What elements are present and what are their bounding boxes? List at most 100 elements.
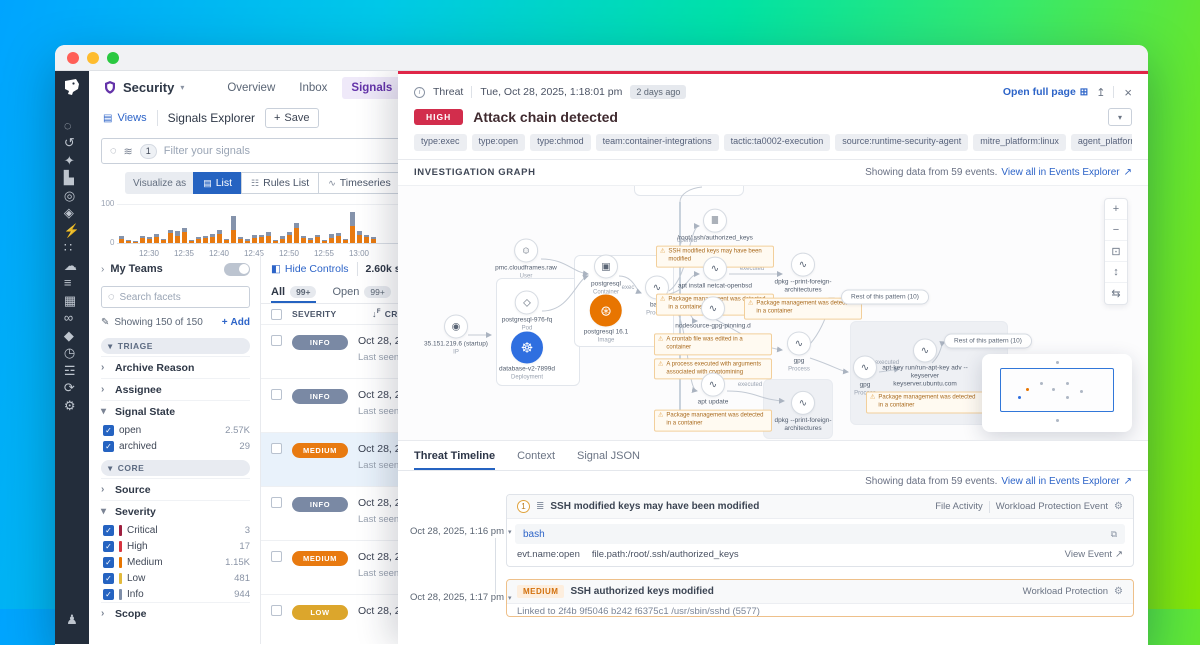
rest-of-pattern-pill[interactable]: Rest of this pattern (10) [841, 290, 929, 305]
histogram-bar[interactable] [168, 230, 173, 243]
facet-search[interactable]: ◌ [101, 286, 250, 308]
add-facet-button[interactable]: + Add [222, 317, 250, 328]
histogram-bar[interactable] [238, 237, 243, 243]
open-full-page-button[interactable]: Open full page ⊞ [1003, 86, 1088, 98]
histogram-bar[interactable] [371, 237, 376, 243]
gear-icon[interactable]: ⚙ [1114, 501, 1123, 512]
histogram-bar[interactable] [217, 230, 222, 243]
dashboards-icon[interactable]: ▦ [64, 294, 80, 307]
histogram-bar[interactable] [308, 238, 313, 243]
actions-dropdown-button[interactable]: ▾ [1108, 108, 1132, 126]
timeline-timestamp[interactable]: Oct 28, 2025, 1:16 pm ▾ [410, 526, 512, 537]
checkbox-checked-icon[interactable]: ✓ [103, 425, 114, 436]
infrastructure-icon[interactable]: ∷ [64, 241, 80, 254]
row-checkbox[interactable] [271, 389, 282, 400]
process-link[interactable]: bash [523, 529, 545, 540]
facet-scope[interactable]: ›Scope [101, 602, 250, 624]
view-event-link[interactable]: View Event ↗ [1065, 549, 1123, 560]
histogram-bar[interactable] [322, 240, 327, 243]
monitors-icon[interactable]: ◷ [64, 346, 80, 359]
zoom-in-icon[interactable]: + [1105, 199, 1127, 220]
view-all-events-link[interactable]: View all in Events Explorer [1001, 167, 1119, 178]
histogram-bar[interactable] [287, 232, 292, 243]
views-button[interactable]: ▤ Views [103, 112, 147, 124]
checkbox-checked-icon[interactable]: ✓ [103, 557, 114, 568]
histogram-bar[interactable] [280, 236, 285, 243]
row-checkbox[interactable] [271, 443, 282, 454]
facet-source[interactable]: ›Source [101, 478, 250, 500]
close-icon[interactable]: × [1124, 85, 1132, 100]
tag-pill[interactable]: type:exec [414, 134, 467, 151]
checkbox-checked-icon[interactable]: ✓ [103, 441, 114, 452]
watchdog-icon[interactable]: ◎ [64, 189, 80, 202]
tab-context[interactable]: Context [517, 441, 555, 470]
tag-pill[interactable]: type:chmod [530, 134, 591, 151]
checkbox-checked-icon[interactable]: ✓ [103, 589, 114, 600]
security-icon[interactable]: ◆ [64, 329, 80, 342]
histogram-bar[interactable] [315, 235, 320, 243]
tag-pill[interactable]: agent_platform:linux [1071, 134, 1132, 151]
zoom-out-icon[interactable]: − [1105, 220, 1127, 241]
facet-value-critical[interactable]: ✓Critical3 [101, 522, 250, 538]
my-teams-toggle-row[interactable]: › My Teams [101, 258, 250, 280]
graph-node-apt-update[interactable]: ∿ apt update Package management was dete… [654, 373, 772, 432]
facet-assignee[interactable]: ›Assignee [101, 378, 250, 400]
histogram-bar[interactable] [252, 235, 257, 243]
histogram-bar[interactable] [259, 235, 264, 243]
filter-count-badge[interactable]: 1 [140, 144, 157, 159]
checkbox-checked-icon[interactable]: ✓ [103, 573, 114, 584]
facet-value-archived[interactable]: ✓archived29 [101, 438, 250, 454]
tag-pill[interactable]: tactic:ta0002-execution [724, 134, 831, 151]
minimap-viewport[interactable] [1000, 368, 1114, 412]
histogram-bar[interactable] [126, 240, 131, 243]
product-switcher[interactable]: Security ▾ [103, 80, 184, 95]
graph-node-pod[interactable]: ◇ postgresql-976-fq Pod [502, 290, 553, 331]
facet-value-high[interactable]: ✓High17 [101, 538, 250, 554]
histogram-bar[interactable] [182, 228, 187, 243]
facet-group-triage[interactable]: ▾TRIAGE [101, 338, 250, 354]
investigation-graph-canvas[interactable]: exec opened executed executed executed ◉… [398, 185, 1148, 441]
copy-icon[interactable]: ⧉ [1111, 529, 1117, 540]
tag-pill[interactable]: mitre_platform:linux [973, 134, 1066, 151]
tag-pill[interactable]: team:container-integrations [596, 134, 719, 151]
event-card[interactable]: 1 ≣ SSH modified keys may have been modi… [506, 494, 1134, 567]
histogram-bar[interactable] [140, 236, 145, 243]
datadog-logo[interactable] [62, 77, 82, 102]
histogram-bar[interactable] [357, 231, 362, 243]
visualize-rules-list-button[interactable]: ☷Rules List [241, 172, 319, 194]
histogram-bar[interactable] [266, 232, 271, 243]
tab-signal-json[interactable]: Signal JSON [577, 441, 640, 470]
apm-icon[interactable]: ◈ [64, 206, 80, 219]
histogram-bar[interactable] [133, 241, 138, 243]
my-teams-toggle[interactable] [224, 263, 250, 276]
graph-node-deployment[interactable]: ☸ database-v2-7899d Deployment [499, 331, 555, 380]
histogram-bar[interactable] [154, 234, 159, 243]
cloud-icon[interactable]: ☁ [64, 259, 80, 272]
histogram-bar[interactable] [245, 239, 250, 243]
organization-icon[interactable]: ♟ [66, 613, 78, 626]
view-all-events-link[interactable]: View all in Events Explorer [1001, 476, 1119, 487]
histogram-bar[interactable] [336, 233, 341, 243]
fit-view-icon[interactable]: ⊡ [1105, 241, 1127, 262]
timeline-timestamp[interactable]: Oct 28, 2025, 1:17 pm ▾ [410, 592, 512, 603]
select-all-checkbox[interactable] [271, 309, 282, 320]
facet-value-open[interactable]: ✓open2.57K [101, 422, 250, 438]
histogram-bar[interactable] [273, 240, 278, 243]
histogram-bar[interactable] [210, 234, 215, 243]
tab-open[interactable]: Open99+ [332, 280, 390, 303]
facet-archive-reason[interactable]: ›Archive Reason [101, 356, 250, 378]
histogram-bar[interactable] [196, 237, 201, 243]
histogram-bar[interactable] [294, 223, 299, 243]
histogram-bar[interactable] [203, 236, 208, 243]
siem-icon[interactable]: ☲ [64, 364, 80, 377]
collapse-all-icon[interactable]: ⇆ [1105, 283, 1127, 304]
graph-node-image[interactable]: ⊛ postgresql 16.1 Image [584, 294, 628, 343]
histogram-bar[interactable] [350, 212, 355, 243]
visualize-timeseries-button[interactable]: ∿Timeseries [318, 172, 401, 194]
expand-all-icon[interactable]: ↕ [1105, 262, 1127, 283]
minimap[interactable] [982, 354, 1132, 432]
row-checkbox[interactable] [271, 551, 282, 562]
history-icon[interactable]: ↺ [64, 136, 80, 149]
service-management-icon[interactable]: ⚙ [64, 399, 80, 412]
metrics-icon[interactable]: ▙ [64, 171, 80, 184]
